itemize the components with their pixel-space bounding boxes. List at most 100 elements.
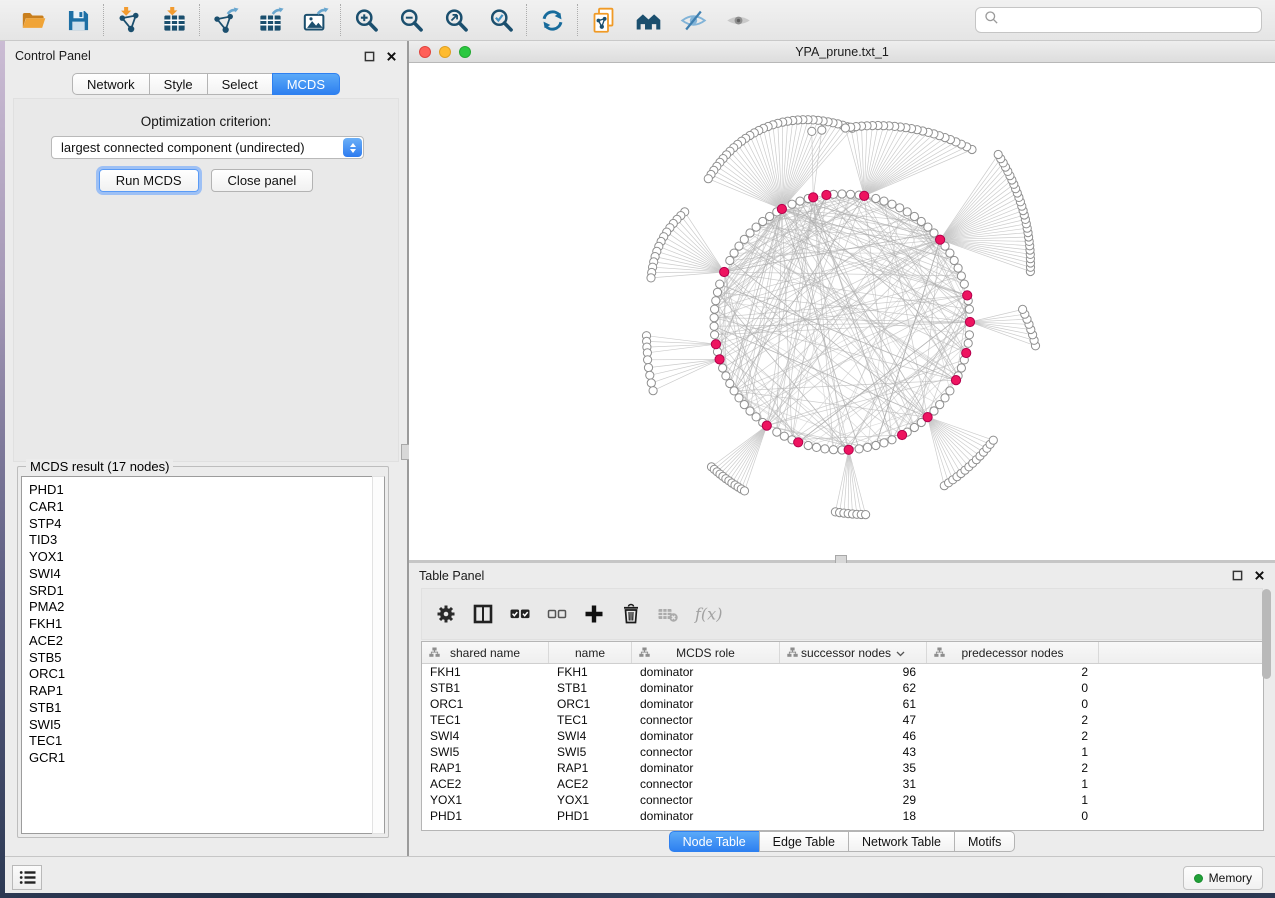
first-neighbors-button[interactable] bbox=[634, 6, 662, 34]
column-header-mcds-role[interactable]: MCDS role bbox=[632, 642, 780, 663]
cell-name[interactable]: SWI4 bbox=[549, 729, 632, 743]
optimization-select[interactable]: largest connected component (undirected) bbox=[51, 136, 364, 159]
cell-successor-nodes[interactable]: 46 bbox=[780, 729, 927, 743]
mcds-result-item[interactable]: STB5 bbox=[22, 650, 384, 667]
run-mcds-button[interactable]: Run MCDS bbox=[99, 169, 199, 192]
cell-predecessor-nodes[interactable]: 2 bbox=[927, 713, 1099, 727]
cell-mcds-role[interactable]: connector bbox=[632, 793, 780, 807]
cell-shared-name[interactable]: TEC1 bbox=[422, 713, 549, 727]
tab-select[interactable]: Select bbox=[207, 73, 273, 95]
export-image-button[interactable] bbox=[301, 6, 329, 34]
cell-shared-name[interactable]: YOX1 bbox=[422, 793, 549, 807]
open-file-button[interactable] bbox=[19, 6, 47, 34]
cell-name[interactable]: SWI5 bbox=[549, 745, 632, 759]
cell-mcds-role[interactable]: dominator bbox=[632, 697, 780, 711]
close-panel-button[interactable]: Close panel bbox=[211, 169, 314, 192]
zoom-selected-button[interactable] bbox=[487, 6, 515, 34]
cell-successor-nodes[interactable]: 31 bbox=[780, 777, 927, 791]
cell-successor-nodes[interactable]: 18 bbox=[780, 809, 927, 823]
maximize-window-icon[interactable] bbox=[459, 46, 471, 58]
search-box[interactable] bbox=[975, 7, 1262, 33]
cell-shared-name[interactable]: ACE2 bbox=[422, 777, 549, 791]
float-panel-icon[interactable] bbox=[363, 50, 376, 63]
cell-successor-nodes[interactable]: 29 bbox=[780, 793, 927, 807]
cell-predecessor-nodes[interactable]: 1 bbox=[927, 777, 1099, 791]
cell-shared-name[interactable]: PHD1 bbox=[422, 809, 549, 823]
cell-name[interactable]: YOX1 bbox=[549, 793, 632, 807]
table-scrollbar[interactable] bbox=[1262, 589, 1272, 739]
cell-mcds-role[interactable]: dominator bbox=[632, 761, 780, 775]
table-settings-button[interactable] bbox=[435, 600, 457, 628]
mcds-result-list[interactable]: PHD1CAR1STP4TID3YOX1SWI4SRD1PMA2FKH1ACE2… bbox=[21, 476, 385, 834]
table-row[interactable]: FKH1FKH1dominator962 bbox=[422, 664, 1263, 680]
unselect-all-rows-button[interactable] bbox=[546, 600, 568, 628]
mcds-result-item[interactable]: TEC1 bbox=[22, 733, 384, 750]
close-window-icon[interactable] bbox=[419, 46, 431, 58]
cell-mcds-role[interactable]: dominator bbox=[632, 809, 780, 823]
save-session-button[interactable] bbox=[64, 6, 92, 34]
memory-button[interactable]: Memory bbox=[1183, 866, 1263, 890]
mcds-result-item[interactable]: ACE2 bbox=[22, 633, 384, 650]
export-network-button[interactable] bbox=[211, 6, 239, 34]
mcds-result-item[interactable]: FKH1 bbox=[22, 616, 384, 633]
cell-predecessor-nodes[interactable]: 0 bbox=[927, 697, 1099, 711]
refresh-layout-button[interactable] bbox=[538, 6, 566, 34]
cell-mcds-role[interactable]: dominator bbox=[632, 665, 780, 679]
cell-name[interactable]: PHD1 bbox=[549, 809, 632, 823]
tab-mcds[interactable]: MCDS bbox=[272, 73, 340, 95]
mcds-result-item[interactable]: SRD1 bbox=[22, 583, 384, 600]
mcds-result-item[interactable]: CAR1 bbox=[22, 499, 384, 516]
column-header-successor-nodes[interactable]: successor nodes bbox=[780, 642, 927, 663]
table-row[interactable]: YOX1YOX1connector291 bbox=[422, 792, 1263, 808]
table-row[interactable]: SWI5SWI5connector431 bbox=[422, 744, 1263, 760]
panel-list-button[interactable] bbox=[12, 865, 42, 890]
tab-edge-table[interactable]: Edge Table bbox=[759, 831, 849, 852]
cell-shared-name[interactable]: SWI4 bbox=[422, 729, 549, 743]
table-row[interactable]: ACE2ACE2connector311 bbox=[422, 776, 1263, 792]
close-panel-icon[interactable] bbox=[385, 50, 398, 63]
cell-shared-name[interactable]: ORC1 bbox=[422, 697, 549, 711]
cell-shared-name[interactable]: STB1 bbox=[422, 681, 549, 695]
cell-name[interactable]: FKH1 bbox=[549, 665, 632, 679]
cell-predecessor-nodes[interactable]: 0 bbox=[927, 809, 1099, 823]
cell-successor-nodes[interactable]: 96 bbox=[780, 665, 927, 679]
hide-selected-button[interactable] bbox=[679, 6, 707, 34]
cell-mcds-role[interactable]: connector bbox=[632, 713, 780, 727]
table-scrollbar-thumb[interactable] bbox=[1262, 589, 1271, 679]
tab-style[interactable]: Style bbox=[149, 73, 208, 95]
mcds-result-item[interactable]: PMA2 bbox=[22, 599, 384, 616]
table-row[interactable]: RAP1RAP1dominator352 bbox=[422, 760, 1263, 776]
mcds-result-item[interactable]: SWI4 bbox=[22, 566, 384, 583]
select-all-rows-button[interactable] bbox=[509, 600, 531, 628]
cell-name[interactable]: TEC1 bbox=[549, 713, 632, 727]
export-table-button[interactable] bbox=[256, 6, 284, 34]
mcds-result-item[interactable]: ORC1 bbox=[22, 666, 384, 683]
mcds-result-item[interactable]: STP4 bbox=[22, 516, 384, 533]
duplicate-network-button[interactable] bbox=[589, 6, 617, 34]
cell-predecessor-nodes[interactable]: 1 bbox=[927, 745, 1099, 759]
cell-predecessor-nodes[interactable]: 2 bbox=[927, 665, 1099, 679]
network-canvas[interactable] bbox=[409, 63, 1275, 560]
result-list-scrollbar[interactable] bbox=[372, 476, 385, 834]
table-row[interactable]: SWI4SWI4dominator462 bbox=[422, 728, 1263, 744]
cell-shared-name[interactable]: SWI5 bbox=[422, 745, 549, 759]
search-input[interactable] bbox=[1005, 12, 1261, 29]
network-graph[interactable] bbox=[409, 63, 1275, 560]
cell-predecessor-nodes[interactable]: 2 bbox=[927, 729, 1099, 743]
column-header-predecessor-nodes[interactable]: predecessor nodes bbox=[927, 642, 1099, 663]
column-layout-button[interactable] bbox=[472, 600, 494, 628]
tab-network-table[interactable]: Network Table bbox=[848, 831, 955, 852]
mcds-result-item[interactable]: YOX1 bbox=[22, 549, 384, 566]
zoom-out-button[interactable] bbox=[397, 6, 425, 34]
show-all-button[interactable] bbox=[724, 6, 752, 34]
mcds-result-item[interactable]: RAP1 bbox=[22, 683, 384, 700]
cell-predecessor-nodes[interactable]: 1 bbox=[927, 793, 1099, 807]
zoom-in-button[interactable] bbox=[352, 6, 380, 34]
import-table-button[interactable] bbox=[160, 6, 188, 34]
table-row[interactable]: PHD1PHD1dominator180 bbox=[422, 808, 1263, 824]
cell-mcds-role[interactable]: dominator bbox=[632, 681, 780, 695]
close-panel-icon[interactable] bbox=[1253, 569, 1266, 582]
cell-successor-nodes[interactable]: 47 bbox=[780, 713, 927, 727]
mcds-result-item[interactable]: SWI5 bbox=[22, 717, 384, 734]
cell-predecessor-nodes[interactable]: 0 bbox=[927, 681, 1099, 695]
